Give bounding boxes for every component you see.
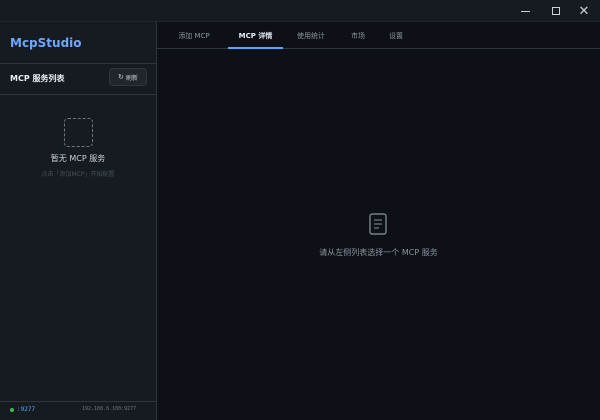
divider: [0, 401, 156, 402]
status-indicator-icon: [10, 408, 14, 412]
refresh-label: 刷新: [125, 74, 138, 82]
tab-add-mcp[interactable]: 添加 MCP: [170, 22, 218, 49]
empty-state-hint: 点击「添加MCP」开始配置: [41, 171, 115, 178]
app-window: ✕ McpStudio MCP 服务列表 ↻ 刷新 暂无 MCP 服务 点击「添…: [0, 0, 600, 420]
divider: [0, 94, 156, 95]
maximize-icon: [552, 7, 560, 15]
refresh-button[interactable]: ↻ 刷新: [109, 68, 147, 86]
empty-state-icon: [64, 118, 93, 147]
document-icon: [369, 213, 387, 235]
tab-market[interactable]: 市场: [345, 22, 371, 49]
app-brand: McpStudio: [10, 36, 82, 50]
empty-state-title: 暂无 MCP 服务: [50, 154, 106, 163]
select-service-prompt: 请从左侧列表选择一个 MCP 服务: [319, 248, 438, 257]
refresh-icon: ↻: [118, 73, 124, 81]
sidebar: McpStudio MCP 服务列表 ↻ 刷新 暂无 MCP 服务 点击「添加M…: [0, 22, 157, 420]
close-icon: ✕: [578, 3, 590, 19]
tab-usage-stats[interactable]: 使用统计: [291, 22, 331, 49]
server-address: 192.168.6.100:9277: [82, 406, 137, 412]
close-button[interactable]: ✕: [569, 0, 599, 22]
minimize-button[interactable]: [510, 0, 540, 22]
tab-mcp-details[interactable]: MCP 详情: [228, 22, 283, 49]
minimize-icon: [520, 10, 530, 12]
title-bar: ✕: [0, 0, 600, 22]
server-port: :9277: [17, 406, 36, 413]
maximize-button[interactable]: [541, 0, 571, 22]
divider: [0, 63, 156, 64]
main-panel: 添加 MCP MCP 详情 使用统计 市场 设置 请从左侧列表选择一个 MCP …: [157, 22, 600, 420]
tab-settings[interactable]: 设置: [383, 22, 409, 49]
service-list-title: MCP 服务列表: [10, 74, 65, 83]
tab-bar: 添加 MCP MCP 详情 使用统计 市场 设置: [157, 22, 600, 49]
